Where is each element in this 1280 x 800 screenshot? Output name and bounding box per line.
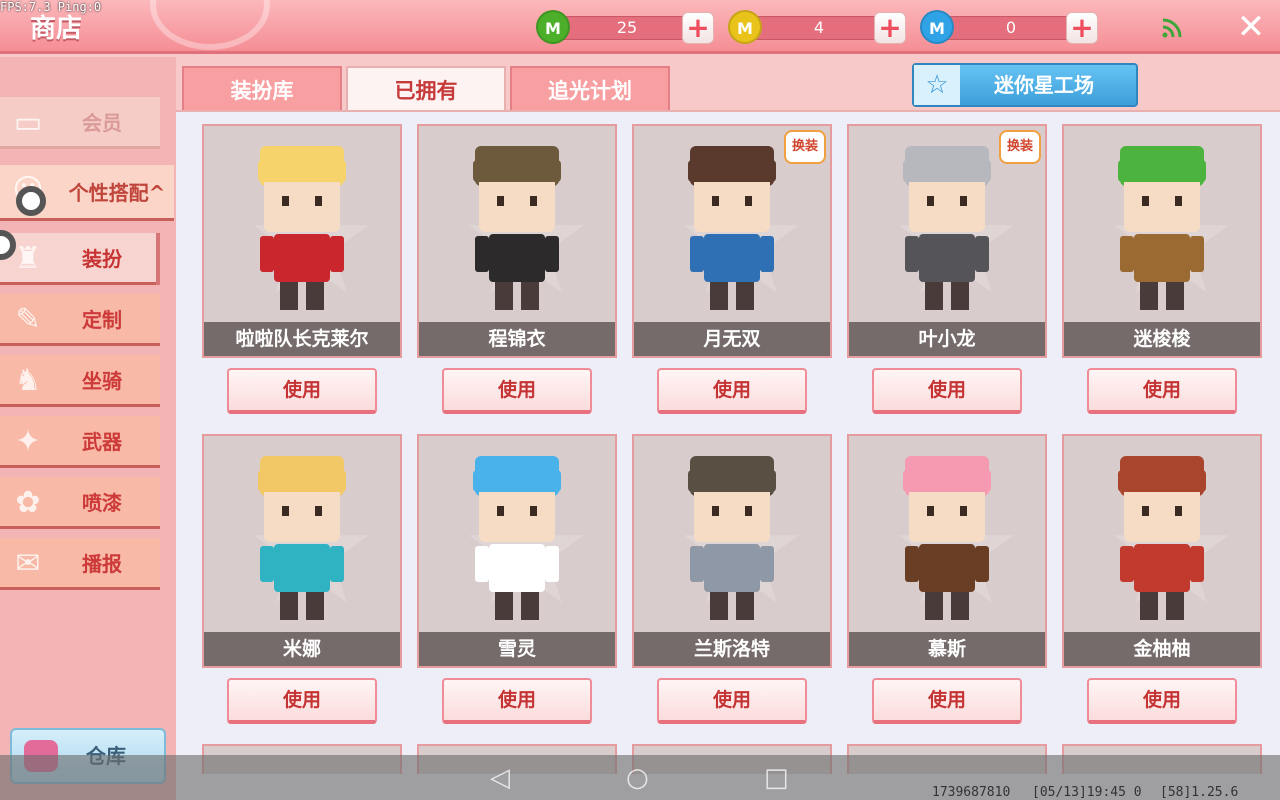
outfit-card[interactable]: ★换装叶小龙 (847, 124, 1047, 358)
use-button[interactable]: 使用 (442, 678, 592, 724)
character-avatar (1118, 456, 1206, 620)
sidebar-item-dressup[interactable]: ♜ 装扮 (0, 233, 160, 285)
outfit-card[interactable]: ★迷梭梭 (1062, 124, 1262, 358)
outfit-card[interactable]: ★金柚柚 (1062, 434, 1262, 668)
add-gold-coin-button[interactable]: + (874, 12, 906, 44)
outfit-card[interactable]: ★啦啦队长克莱尔 (202, 124, 402, 358)
outfit-name: 叶小龙 (849, 322, 1045, 356)
outfit-name: 啦啦队长克莱尔 (204, 322, 400, 356)
tab-owned[interactable]: 已拥有 (346, 66, 506, 112)
pencil-icon: ✎ (15, 302, 41, 337)
outfit-card[interactable]: ★慕斯 (847, 434, 1047, 668)
star-icon: ☆ (914, 65, 960, 105)
outfit-card[interactable]: ★兰斯洛特 (632, 434, 832, 668)
sidebar-item-customize[interactable]: ✎ 定制 (0, 294, 160, 346)
broadcast-icon: ✉ (15, 546, 41, 581)
outfit-name: 程锦衣 (419, 322, 615, 356)
mini-workshop-button[interactable]: ☆ 迷你星工场 (912, 63, 1138, 107)
weapon-icon: ✦ (15, 424, 41, 459)
gold-coin-icon: M (728, 10, 762, 44)
sidebar: ▭ 会员 ☺ 个性搭配^ ♜ 装扮 ✎ 定制 ♞ 坐骑 ✦ 武器 ✿ 喷漆 ✉ … (0, 57, 176, 800)
client-time: [05/13]19:45 0 (1032, 785, 1142, 800)
outfit-card[interactable]: ★米娜 (202, 434, 402, 668)
character-avatar (903, 456, 991, 620)
currency-green-gem: 25 M + (536, 10, 714, 46)
owned-items-grid: ★啦啦队长克莱尔使用★程锦衣使用★换装月无双使用★换装叶小龙使用★迷梭梭使用★米… (176, 110, 1280, 800)
sidebar-item-member[interactable]: ▭ 会员 (0, 97, 160, 149)
character-avatar (903, 146, 991, 310)
add-green-gem-button[interactable]: + (682, 12, 714, 44)
sidebar-item-weapon[interactable]: ✦ 武器 (0, 416, 160, 468)
fps-readout: FPS:7.3 Ping:0 (0, 0, 102, 14)
sidebar-item-broadcast[interactable]: ✉ 播报 (0, 538, 160, 590)
outfit-card[interactable]: ★程锦衣 (417, 124, 617, 358)
character-avatar (258, 146, 346, 310)
green-gem-icon: M (536, 10, 570, 44)
outfit-card[interactable]: ★雪灵 (417, 434, 617, 668)
use-button[interactable]: 使用 (872, 368, 1022, 414)
mount-icon: ♞ (14, 363, 42, 398)
character-avatar (473, 146, 561, 310)
use-button[interactable]: 使用 (657, 368, 807, 414)
use-button[interactable]: 使用 (1087, 368, 1237, 414)
character-avatar (688, 146, 776, 310)
character-avatar (258, 456, 346, 620)
outfit-name: 月无双 (634, 322, 830, 356)
tab-light-chasing-plan[interactable]: 追光计划 (510, 66, 670, 112)
tab-outfit-library[interactable]: 装扮库 (182, 66, 342, 112)
recent-apps-icon[interactable]: □ (764, 763, 789, 793)
spray-can-icon: ✿ (15, 485, 41, 520)
currency-value: 25 (616, 18, 638, 37)
back-icon[interactable]: ◁ (490, 763, 510, 793)
chevron-up-icon: ^ (148, 181, 166, 205)
close-button[interactable]: ✕ (1234, 10, 1268, 44)
use-button[interactable]: 使用 (227, 368, 377, 414)
swap-outfit-badge: 换装 (784, 130, 826, 164)
currency-value: 0 (1005, 18, 1017, 37)
use-button[interactable]: 使用 (657, 678, 807, 724)
client-version: [58]1.25.6 (1160, 785, 1239, 800)
use-button[interactable]: 使用 (1087, 678, 1237, 724)
outfit-card[interactable]: ★换装月无双 (632, 124, 832, 358)
outfit-name: 米娜 (204, 632, 400, 666)
character-avatar (1118, 146, 1206, 310)
outfit-name: 迷梭梭 (1064, 322, 1260, 356)
outfit-name: 雪灵 (419, 632, 615, 666)
use-button[interactable]: 使用 (442, 368, 592, 414)
outfit-name: 兰斯洛特 (634, 632, 830, 666)
member-card-icon: ▭ (13, 105, 43, 140)
sidebar-item-mount[interactable]: ♞ 坐骑 (0, 355, 160, 407)
client-id: 1739687810 (932, 785, 1011, 800)
character-avatar (473, 456, 561, 620)
outfit-name: 慕斯 (849, 632, 1045, 666)
sidebar-item-spray[interactable]: ✿ 喷漆 (0, 477, 160, 529)
blue-coin-icon: M (920, 10, 954, 44)
wifi-signal-icon (1162, 18, 1182, 38)
top-bar: 商店 25 M + 4 M + 0 M + ✕ (0, 0, 1280, 54)
currency-gold-coin: 4 M + (728, 10, 906, 46)
outfit-name: 金柚柚 (1064, 632, 1260, 666)
swap-outfit-badge: 换装 (999, 130, 1041, 164)
add-blue-coin-button[interactable]: + (1066, 12, 1098, 44)
currency-blue-coin: 0 M + (920, 10, 1098, 46)
use-button[interactable]: 使用 (227, 678, 377, 724)
character-avatar (688, 456, 776, 620)
use-button[interactable]: 使用 (872, 678, 1022, 724)
decorative-arc (150, 0, 270, 50)
currency-value: 4 (813, 18, 825, 37)
home-icon[interactable]: ○ (626, 763, 649, 793)
radio-indicator (16, 186, 46, 216)
